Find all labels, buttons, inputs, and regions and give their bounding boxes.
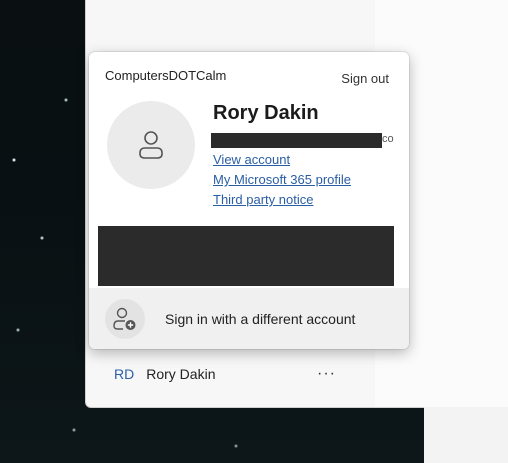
m365-profile-link[interactable]: My Microsoft 365 profile — [213, 172, 351, 187]
account-name: Rory Dakin — [146, 366, 216, 382]
email-suffix: co — [382, 133, 394, 145]
add-person-icon — [105, 298, 145, 339]
alt-account-label: Sign in with a different account — [165, 310, 356, 327]
organization-name: ComputersDOTCalm — [105, 68, 227, 83]
background-window-edge — [424, 407, 508, 463]
account-flyout: ComputersDOTCalm Sign out Rory Dakin co … — [89, 52, 409, 349]
third-party-notice-link[interactable]: Third party notice — [213, 192, 313, 207]
person-icon — [139, 131, 163, 159]
user-name: Rory Dakin — [213, 102, 319, 124]
sign-out-button[interactable]: Sign out — [341, 71, 389, 86]
account-list-item[interactable]: RD Rory Dakin ··· — [86, 360, 376, 388]
sign-in-different-account-button[interactable]: Sign in with a different account — [89, 288, 409, 349]
user-avatar[interactable] — [107, 101, 195, 189]
account-initials: RD — [114, 366, 135, 382]
email-redacted — [211, 133, 382, 148]
more-dots-icon[interactable]: ··· — [317, 365, 336, 383]
redacted-region — [98, 226, 394, 286]
view-account-link[interactable]: View account — [213, 152, 290, 167]
